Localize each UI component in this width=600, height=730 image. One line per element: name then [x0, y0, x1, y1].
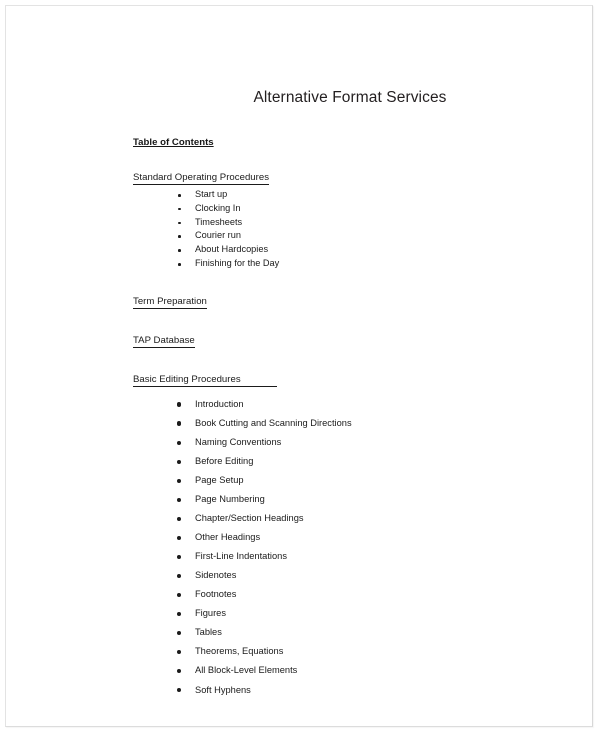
list-item[interactable]: All Block-Level Elements	[133, 661, 553, 680]
table-of-contents-heading: Table of Contents	[133, 137, 214, 149]
list-item[interactable]: Tables	[133, 623, 553, 642]
document-content: Alternative Format Services Table of Con…	[133, 89, 553, 720]
list-item[interactable]: Clocking In	[133, 202, 553, 216]
bullet-icon	[176, 402, 181, 407]
section-heading-wrap: TAP Database	[133, 330, 553, 348]
list-item-label: Figures	[195, 608, 227, 619]
list-item-label: First-Line Indentations	[195, 551, 287, 562]
bullet-icon	[176, 478, 181, 483]
list-item[interactable]: Footnotes	[133, 585, 553, 604]
list-item-label: Timesheets	[195, 216, 243, 227]
list-item-label: About Hardcopies	[195, 244, 269, 255]
section-heading[interactable]: Basic Editing Procedures	[133, 374, 277, 387]
list-item[interactable]: Naming Conventions	[133, 433, 553, 452]
section-heading-wrap: Basic Editing Procedures	[133, 369, 553, 387]
bullet-icon	[178, 221, 181, 225]
list-item[interactable]: Timesheets	[133, 216, 553, 230]
list-item[interactable]: Page Numbering	[133, 490, 553, 509]
list-item[interactable]: First-Line Indentations	[133, 547, 553, 566]
bullet-icon	[176, 592, 181, 598]
list-item[interactable]: Introduction	[133, 395, 553, 414]
list-item[interactable]: Before Editing	[133, 452, 553, 471]
bullet-icon	[178, 263, 181, 266]
list-item[interactable]: About Hardcopies	[133, 243, 553, 257]
list-item-label: Naming Conventions	[195, 436, 282, 447]
list-item-label: Sidenotes	[195, 570, 237, 581]
bullet-icon	[178, 249, 181, 252]
toc-item-list: Introduction Book Cutting and Scanning Di…	[133, 395, 553, 700]
bullet-icon	[176, 497, 181, 502]
table-of-contents-heading-wrap: Table of Contents	[133, 132, 553, 167]
bullet-icon	[176, 630, 181, 636]
list-item[interactable]: Soft Hyphens	[133, 681, 553, 700]
toc-sections: Standard Operating Procedures Start up Clo…	[133, 167, 553, 700]
toc-section: TAP Database	[133, 330, 553, 348]
toc-item-list: Start up Clocking In Timesheets Courier run…	[133, 188, 553, 271]
section-heading[interactable]: TAP Database	[133, 335, 195, 348]
bullet-icon	[176, 669, 181, 674]
section-heading-wrap: Standard Operating Procedures	[133, 167, 553, 186]
bullet-icon	[176, 535, 181, 540]
toc-section: Basic Editing Procedures Introduction Book…	[133, 369, 553, 700]
section-heading[interactable]: Standard Operating Procedures	[133, 172, 270, 186]
bullet-icon	[176, 554, 181, 559]
section-heading-wrap: Term Preparation	[133, 291, 553, 309]
list-item-label: Courier run	[195, 230, 241, 241]
bullet-icon	[178, 235, 181, 239]
list-item-label: Tables	[195, 627, 222, 638]
bullet-icon	[176, 440, 181, 445]
list-item-label: Chapter/Section Headings	[195, 513, 304, 524]
list-item-label: Page Setup	[195, 475, 244, 486]
bullet-icon	[178, 207, 181, 211]
list-item[interactable]: Start up	[133, 188, 553, 202]
list-item[interactable]: Sidenotes	[133, 566, 553, 585]
list-item-label: Introduction	[195, 398, 244, 409]
toc-section: Standard Operating Procedures Start up Clo…	[133, 167, 553, 271]
list-item-label: All Block-Level Elements	[195, 665, 298, 676]
list-item-label: Footnotes	[195, 589, 237, 600]
list-item-label: Other Headings	[195, 532, 261, 543]
list-item[interactable]: Theorems, Equations	[133, 642, 553, 661]
toc-section: Term Preparation	[133, 291, 553, 309]
section-heading[interactable]: Term Preparation	[133, 296, 207, 309]
list-item[interactable]: Page Setup	[133, 471, 553, 490]
list-item[interactable]: Book Cutting and Scanning Directions	[133, 414, 553, 433]
list-item-label: Finishing for the Day	[195, 258, 280, 269]
list-item-label: Soft Hyphens	[195, 684, 251, 695]
list-item[interactable]: Chapter/Section Headings	[133, 509, 553, 528]
bullet-icon	[176, 516, 181, 521]
list-item-label: Book Cutting and Scanning Directions	[195, 417, 352, 428]
bullet-icon	[176, 573, 181, 579]
list-item-label: Before Editing	[195, 455, 254, 466]
list-item-label: Start up	[195, 189, 228, 200]
list-item[interactable]: Finishing for the Day	[133, 257, 553, 271]
list-item[interactable]: Other Headings	[133, 528, 553, 547]
page-title: Alternative Format Services	[253, 89, 447, 106]
bullet-icon	[178, 194, 181, 197]
bullet-icon	[176, 421, 181, 426]
list-item-label: Theorems, Equations	[195, 646, 284, 657]
list-item-label: Clocking In	[195, 202, 241, 213]
bullet-icon	[176, 611, 181, 617]
list-item[interactable]: Courier run	[133, 229, 553, 243]
list-item-label: Page Numbering	[195, 494, 265, 505]
list-item[interactable]: Figures	[133, 604, 553, 623]
bullet-icon	[176, 688, 181, 693]
document-page: Alternative Format Services Table of Con…	[5, 5, 593, 727]
bullet-icon	[176, 650, 181, 655]
bullet-icon	[176, 459, 181, 464]
